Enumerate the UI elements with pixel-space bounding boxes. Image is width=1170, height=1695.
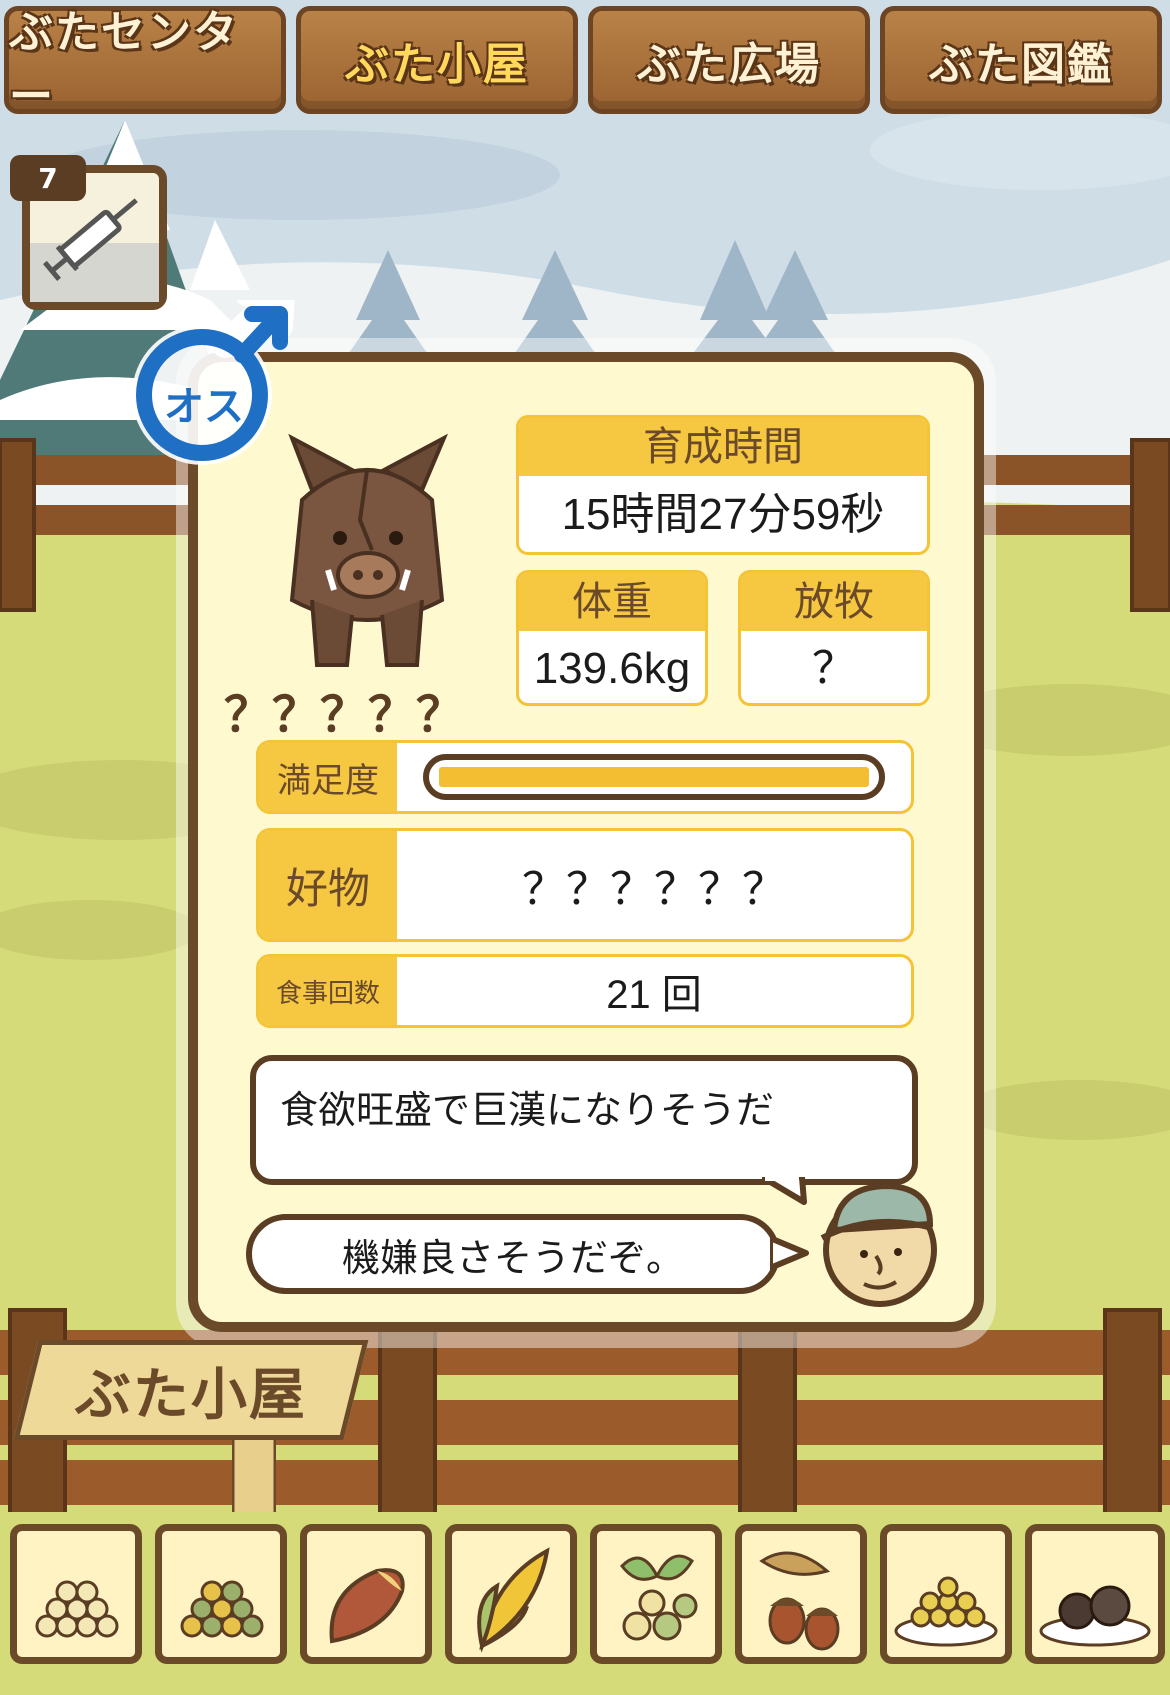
food-slot-soybeans[interactable] [10, 1524, 142, 1664]
bean-plate-icon [894, 1576, 998, 1647]
tab-pig-house[interactable]: ぶた小屋 [296, 6, 578, 114]
soybean-pile-icon [35, 1580, 119, 1638]
gender-label: オス [164, 384, 244, 430]
weight-label: 体重 [519, 573, 705, 631]
truffle-plate-icon [1039, 1585, 1151, 1647]
tab-pig-encyclopedia[interactable]: ぶた図鑑 [880, 6, 1162, 114]
meals-row: 食事回数 21 回 [256, 954, 914, 1028]
satisfaction-meter [397, 743, 911, 811]
food-slot-mixed-beans[interactable] [155, 1524, 287, 1664]
favorite-row: 好物 ？？？？？？ [256, 828, 914, 942]
tab-pig-center[interactable]: ぶたセンター [4, 6, 286, 122]
acorn-icon [759, 1551, 840, 1651]
meals-label: 食事回数 [259, 957, 397, 1025]
comment-bubble: 食欲旺盛で巨漢になりそうだ [250, 1055, 918, 1185]
mood-text: 機嫌良さそうだぞ。 [341, 1235, 684, 1280]
food-slot-herbs[interactable] [590, 1524, 722, 1664]
satisfaction-row: 満足度 [256, 740, 914, 814]
grazing-label: 放牧 [741, 573, 927, 631]
tab-label: ぶた広場 [637, 39, 821, 90]
comment-text: 食欲旺盛で巨漢になりそうだ [280, 1088, 775, 1132]
grazing-box: 放牧 ？ [738, 570, 930, 706]
sweet-potato-icon [329, 1568, 405, 1644]
signboard: ぶた小屋 [13, 1340, 369, 1440]
farmer-avatar [820, 1182, 937, 1307]
food-slot-corn[interactable] [445, 1524, 577, 1664]
herb-berries-icon [620, 1554, 698, 1641]
comment-bubble-tail [762, 1177, 807, 1205]
food-slot-acorns[interactable] [735, 1524, 867, 1664]
tab-label: ぶたセンター [9, 7, 239, 122]
growth-time-box: 育成時間 15時間27分59秒 [516, 415, 930, 555]
favorite-label: 好物 [259, 831, 397, 939]
weight-box: 体重 139.6kg [516, 570, 708, 706]
food-slot-bean-plate[interactable] [880, 1524, 1012, 1664]
signboard-label: ぶた小屋 [75, 1362, 307, 1428]
wild-boar-illustration[interactable] [272, 430, 462, 680]
satisfaction-bar-fill [439, 767, 869, 787]
pig-name: ？？？？？ [224, 687, 465, 743]
item-count-badge: 7 [10, 155, 86, 201]
grazing-value: ？ [812, 644, 856, 693]
food-slot-sweet-potato[interactable] [300, 1524, 432, 1664]
mixed-bean-pile-icon [180, 1580, 264, 1638]
mood-bubble: 機嫌良さそうだぞ。 [246, 1214, 780, 1294]
tab-label: ぶた図鑑 [929, 39, 1113, 90]
tab-pig-plaza[interactable]: ぶた広場 [588, 6, 870, 114]
growth-time-label: 育成時間 [519, 418, 927, 476]
tab-label: ぶた小屋 [345, 39, 529, 90]
growth-time-value: 15時間27分59秒 [561, 490, 885, 539]
food-slot-truffles[interactable] [1025, 1524, 1165, 1664]
satisfaction-bar-track [423, 754, 885, 800]
meals-value: 21 回 [606, 973, 702, 1017]
favorite-value: ？？？？？？ [522, 864, 786, 915]
weight-value: 139.6kg [533, 644, 691, 693]
satisfaction-label: 満足度 [259, 743, 397, 811]
mood-bubble-tail [770, 1236, 809, 1270]
corn-icon [477, 1547, 550, 1653]
